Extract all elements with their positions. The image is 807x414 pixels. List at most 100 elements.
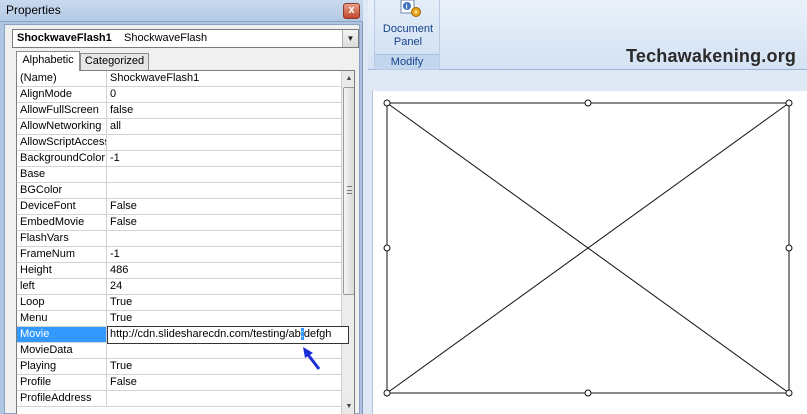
property-row[interactable]: Base bbox=[17, 167, 341, 183]
property-name[interactable]: AllowScriptAccess bbox=[17, 135, 107, 150]
property-name[interactable]: AllowFullScreen bbox=[17, 103, 107, 118]
object-name: ShockwaveFlash1 bbox=[17, 32, 112, 44]
scroll-down-icon[interactable]: ▼ bbox=[342, 399, 354, 414]
flash-control-placeholder[interactable] bbox=[373, 91, 807, 414]
close-icon: x bbox=[348, 4, 355, 16]
resize-handle-left[interactable] bbox=[383, 244, 391, 252]
property-name[interactable]: left bbox=[17, 279, 107, 294]
property-value[interactable]: True bbox=[108, 295, 341, 310]
property-row[interactable]: EmbedMovie False bbox=[17, 215, 341, 231]
property-value[interactable]: -1 bbox=[108, 247, 341, 262]
property-row[interactable]: Movie http://cdn.slidesharecdn.com/testin… bbox=[17, 326, 349, 344]
pointer-arrow-icon bbox=[303, 347, 321, 370]
property-value[interactable]: False bbox=[108, 375, 341, 390]
property-name[interactable]: AlignMode bbox=[17, 87, 107, 102]
property-value[interactable]: True bbox=[108, 311, 341, 326]
scroll-up-icon[interactable]: ▲ bbox=[342, 71, 354, 86]
property-name[interactable]: FrameNum bbox=[17, 247, 107, 262]
property-value[interactable]: false bbox=[108, 103, 341, 118]
property-row[interactable]: Height 486 bbox=[17, 263, 341, 279]
property-value[interactable] bbox=[108, 167, 341, 182]
property-row[interactable]: Profile False bbox=[17, 375, 341, 391]
property-value[interactable] bbox=[108, 391, 341, 406]
watermark-text: Techawakening.org bbox=[626, 46, 797, 66]
document-panel-button[interactable]: Document Panel bbox=[375, 23, 441, 49]
tab-categorized[interactable]: Categorized bbox=[80, 53, 149, 70]
close-button[interactable]: x bbox=[343, 3, 360, 19]
properties-title-bar[interactable]: Properties x bbox=[0, 0, 363, 22]
property-name[interactable]: MovieData bbox=[17, 343, 107, 358]
property-value[interactable]: False bbox=[108, 199, 341, 214]
property-row[interactable]: DeviceFont False bbox=[17, 199, 341, 215]
property-name[interactable]: BackgroundColor bbox=[17, 151, 107, 166]
property-name[interactable]: Base bbox=[17, 167, 107, 182]
property-name[interactable]: FlashVars bbox=[17, 231, 107, 246]
property-row[interactable]: left 24 bbox=[17, 279, 341, 295]
document-panel-label-line1: Document bbox=[382, 23, 434, 35]
movie-url-input[interactable]: http://cdn.slidesharecdn.com/testing/ab:… bbox=[107, 326, 349, 344]
property-row[interactable]: AllowNetworking all bbox=[17, 119, 341, 135]
property-value[interactable]: 486 bbox=[108, 263, 341, 278]
property-row[interactable]: FrameNum -1 bbox=[17, 247, 341, 263]
object-selector-dropdown[interactable]: ShockwaveFlash1 ShockwaveFlash ▼ bbox=[12, 29, 359, 48]
property-row[interactable]: AlignMode 0 bbox=[17, 87, 341, 103]
property-value[interactable] bbox=[108, 135, 341, 150]
property-row[interactable]: ProfileAddress bbox=[17, 391, 341, 407]
property-name[interactable]: (Name) bbox=[17, 71, 107, 86]
property-name[interactable]: BGColor bbox=[17, 183, 107, 198]
property-row[interactable]: MovieData bbox=[17, 343, 341, 359]
property-name[interactable]: Movie bbox=[17, 327, 107, 342]
property-row[interactable]: Playing True bbox=[17, 359, 341, 375]
object-type: ShockwaveFlash bbox=[124, 32, 208, 44]
property-name[interactable]: Menu bbox=[17, 311, 107, 326]
property-name[interactable]: ProfileAddress bbox=[17, 391, 107, 406]
property-value[interactable] bbox=[108, 231, 341, 246]
resize-handle-bottom-right[interactable] bbox=[785, 389, 793, 397]
grip-icon bbox=[347, 186, 352, 194]
property-row[interactable]: Loop True bbox=[17, 295, 341, 311]
svg-text:i: i bbox=[406, 3, 408, 11]
property-value[interactable]: 0 bbox=[108, 87, 341, 102]
document-panel-label-line2: Panel bbox=[393, 36, 423, 48]
property-name[interactable]: DeviceFont bbox=[17, 199, 107, 214]
resize-handle-bottom-left[interactable] bbox=[383, 389, 391, 397]
tab-alphabetic[interactable]: Alphabetic bbox=[16, 51, 80, 71]
group-label-modify: Modify bbox=[375, 54, 439, 69]
document-info-gear-icon: i bbox=[400, 0, 421, 17]
property-value[interactable]: all bbox=[108, 119, 341, 134]
ribbon: i Document Panel Modify Techawakening.or… bbox=[368, 0, 807, 70]
property-name[interactable]: Profile bbox=[17, 375, 107, 390]
screen: Properties x ShockwaveFlash1 ShockwaveFl… bbox=[0, 0, 807, 414]
resize-handle-top-left[interactable] bbox=[383, 99, 391, 107]
property-name[interactable]: Playing bbox=[17, 359, 107, 374]
property-row[interactable]: BGColor bbox=[17, 183, 341, 199]
property-name[interactable]: AllowNetworking bbox=[17, 119, 107, 134]
property-value[interactable]: ShockwaveFlash1 bbox=[108, 71, 341, 86]
scroll-thumb[interactable] bbox=[343, 87, 354, 295]
property-row[interactable]: BackgroundColor -1 bbox=[17, 151, 341, 167]
movie-url-text-after: defgh bbox=[303, 328, 332, 340]
ribbon-group-modify: i Document Panel Modify bbox=[374, 0, 440, 70]
resize-handle-top-right[interactable] bbox=[785, 99, 793, 107]
vertical-scrollbar[interactable]: ▲ ▼ bbox=[341, 71, 354, 414]
property-row[interactable]: Menu True bbox=[17, 311, 341, 327]
window-title: Properties bbox=[6, 3, 61, 17]
property-name[interactable]: Loop bbox=[17, 295, 107, 310]
design-canvas bbox=[368, 71, 807, 414]
property-value[interactable]: False bbox=[108, 215, 341, 230]
form-page bbox=[372, 91, 807, 414]
property-name[interactable]: Height bbox=[17, 263, 107, 278]
resize-handle-top[interactable] bbox=[584, 99, 592, 107]
resize-handle-bottom[interactable] bbox=[584, 389, 592, 397]
property-value[interactable]: -1 bbox=[108, 151, 341, 166]
property-row[interactable]: (Name) ShockwaveFlash1 bbox=[17, 71, 341, 87]
property-row[interactable]: FlashVars bbox=[17, 231, 341, 247]
property-value[interactable]: 24 bbox=[108, 279, 341, 294]
property-row[interactable]: AllowFullScreen false bbox=[17, 103, 341, 119]
property-value[interactable] bbox=[108, 183, 341, 198]
property-row[interactable]: AllowScriptAccess bbox=[17, 135, 341, 151]
property-name[interactable]: EmbedMovie bbox=[17, 215, 107, 230]
chevron-down-icon[interactable]: ▼ bbox=[342, 30, 358, 47]
movie-url-text-before: http://cdn.slidesharecdn.com/testing/ab bbox=[110, 328, 301, 340]
resize-handle-right[interactable] bbox=[785, 244, 793, 252]
